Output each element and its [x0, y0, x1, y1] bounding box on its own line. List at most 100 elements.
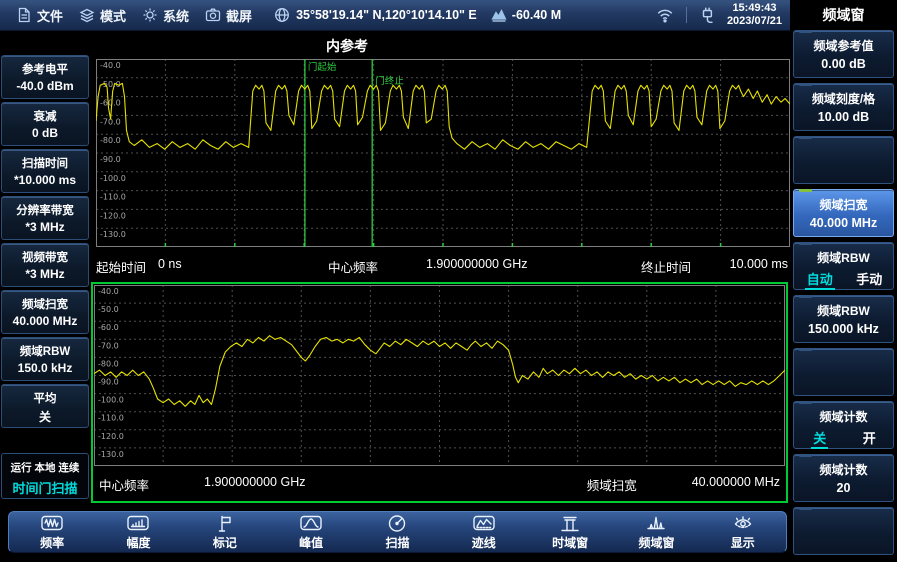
frequency-icon	[41, 514, 63, 533]
menu-screenshot-label: 截屏	[226, 6, 252, 25]
menu-screenshot[interactable]: 截屏	[205, 6, 252, 25]
gps-status: 35°58'19.14" N,120°10'14.10" E	[274, 7, 477, 23]
amplitude-icon	[127, 514, 149, 533]
svg-text:-120.0: -120.0	[100, 211, 126, 220]
button-notch	[799, 454, 812, 457]
toggle-manual[interactable]: 手动	[856, 269, 882, 290]
btn-empty-slot[interactable]	[793, 348, 894, 396]
menu-system[interactable]: 系统	[142, 6, 189, 25]
right-panel: 频域参考值 0.00 dB 频域刻度/格 10.00 dB 频域扫宽 40.00…	[793, 30, 894, 560]
svg-text:-50.0: -50.0	[98, 305, 119, 314]
camera-icon	[205, 7, 221, 23]
clock-time: 15:49:43	[727, 2, 782, 15]
run-status-box: 运行 本地 连续 时间门扫描	[1, 453, 89, 499]
gear-icon	[142, 7, 158, 23]
svg-text:-90.0: -90.0	[100, 155, 121, 164]
reference-title: 内参考	[300, 36, 394, 56]
button-notch	[799, 189, 812, 192]
start-time-label: 起始时间	[96, 257, 146, 276]
center-freq-label: 中心频率	[328, 257, 378, 276]
param-freq-rbw[interactable]: 频域RBW 150.0 kHz	[1, 337, 89, 381]
svg-text:-110.0: -110.0	[100, 193, 126, 202]
param-ref-level[interactable]: 参考电平 -40.0 dBm	[1, 55, 89, 99]
time-domain-chart[interactable]: -40.0-50.0-60.0-70.0-80.0-90.0-100.0-110…	[96, 59, 790, 247]
time-axis-info-row: 起始时间 0 ns 中心频率 1.900000000 GHz 终止时间 10.0…	[96, 251, 790, 277]
svg-text:-100.0: -100.0	[100, 174, 126, 183]
btn-freq-span[interactable]: 频域扫宽 40.000 MHz	[793, 189, 894, 237]
menu-file[interactable]: 文件	[16, 6, 63, 25]
bottom-toolbar: 频率 幅度 标记 峰值 扫描	[8, 511, 787, 553]
btn-freq-rbw-value[interactable]: 频域RBW 150.000 kHz	[793, 295, 894, 343]
btn-freq-rbw-auto-manual[interactable]: 频域RBW 自动 手动	[793, 242, 894, 290]
toggle-on[interactable]: 开	[863, 428, 876, 449]
param-sweep-time[interactable]: 扫描时间 *10.000 ms	[1, 149, 89, 193]
button-notch	[799, 348, 812, 351]
sweep-mode-label: 时间门扫描	[2, 478, 88, 497]
toolbar-peak[interactable]: 峰值	[268, 514, 354, 551]
param-video-bw[interactable]: 视频带宽 *3 MHz	[1, 243, 89, 287]
right-panel-header: 频域窗	[790, 0, 897, 30]
button-notch	[799, 507, 812, 510]
stop-time-label: 终止时间	[641, 257, 691, 276]
sweep-gauge-icon	[386, 514, 408, 533]
toolbar-sweep[interactable]: 扫描	[354, 514, 440, 551]
svg-text:-90.0: -90.0	[98, 378, 119, 387]
toolbar-marker[interactable]: 标记	[182, 514, 268, 551]
param-resolution-bw[interactable]: 分辨率带宽 *3 MHz	[1, 196, 89, 240]
toolbar-frequency[interactable]: 频率	[9, 514, 95, 551]
svg-text:-80.0: -80.0	[100, 136, 121, 145]
stop-time-value: 10.000 ms	[730, 257, 788, 271]
file-icon	[16, 7, 32, 23]
menu-file-label: 文件	[37, 6, 63, 25]
btn-freq-scale-per-div[interactable]: 频域刻度/格 10.00 dB	[793, 83, 894, 131]
btn-empty-slot[interactable]	[793, 136, 894, 184]
marker-flag-icon	[214, 514, 236, 533]
btn-freq-count-on-off[interactable]: 频域计数 关 开	[793, 401, 894, 449]
clock-date: 2023/07/21	[727, 15, 782, 28]
svg-text:-100.0: -100.0	[98, 396, 124, 405]
svg-text:-130.0: -130.0	[98, 450, 124, 459]
time-gate-icon	[559, 514, 581, 533]
gps-coordinates: 35°58'19.14" N,120°10'14.10" E	[296, 8, 477, 22]
svg-text:-80.0: -80.0	[98, 359, 119, 368]
svg-text:-60.0: -60.0	[100, 99, 121, 108]
btn-empty-slot[interactable]	[793, 507, 894, 555]
frequency-window-icon	[645, 514, 667, 533]
menu-mode-label: 模式	[100, 6, 126, 25]
button-notch	[799, 295, 812, 298]
toolbar-display[interactable]: 显示	[700, 514, 786, 551]
frequency-domain-window[interactable]: -40.0-50.0-60.0-70.0-80.0-90.0-100.0-110…	[91, 282, 788, 503]
frequency-domain-chart[interactable]: -40.0-50.0-60.0-70.0-80.0-90.0-100.0-110…	[94, 285, 785, 466]
display-eye-icon	[732, 514, 754, 533]
globe-icon	[274, 7, 290, 23]
button-notch	[799, 401, 812, 404]
button-notch	[799, 136, 812, 139]
svg-text:-70.0: -70.0	[98, 341, 119, 350]
menu-mode[interactable]: 模式	[79, 6, 126, 25]
svg-text:门终止: 门终止	[375, 75, 404, 87]
button-notch	[799, 242, 812, 245]
svg-text:-40.0: -40.0	[100, 61, 121, 70]
param-average[interactable]: 平均 关	[1, 384, 89, 428]
param-attenuation[interactable]: 衰减 0 dB	[1, 102, 89, 146]
toolbar-amplitude[interactable]: 幅度	[95, 514, 181, 551]
svg-text:-110.0: -110.0	[98, 414, 124, 423]
toolbar-frequency-window[interactable]: 频域窗	[613, 514, 699, 551]
clock: 15:49:43 2023/07/21	[727, 2, 782, 27]
svg-text:-130.0: -130.0	[100, 230, 126, 239]
svg-text:-60.0: -60.0	[98, 323, 119, 332]
topbar-divider	[686, 7, 687, 23]
center-freq-label: 中心频率	[99, 475, 149, 494]
spectrum-analyzer-screen: 文件 模式 系统 截屏 35°58'19.14" N,120°10'	[0, 0, 897, 562]
toolbar-trace[interactable]: 迹线	[441, 514, 527, 551]
start-time-value: 0 ns	[158, 257, 182, 271]
param-freq-span[interactable]: 频域扫宽 40.000 MHz	[1, 290, 89, 334]
run-status-line: 运行 本地 连续	[2, 460, 88, 475]
toggle-off[interactable]: 关	[811, 428, 828, 449]
btn-freq-ref-value[interactable]: 频域参考值 0.00 dB	[793, 30, 894, 78]
center-freq-value: 1.900000000 GHz	[426, 257, 527, 271]
altitude-icon	[491, 7, 507, 23]
btn-freq-count-value[interactable]: 频域计数 20	[793, 454, 894, 502]
toggle-auto[interactable]: 自动	[805, 269, 835, 290]
toolbar-time-window[interactable]: 时域窗	[527, 514, 613, 551]
